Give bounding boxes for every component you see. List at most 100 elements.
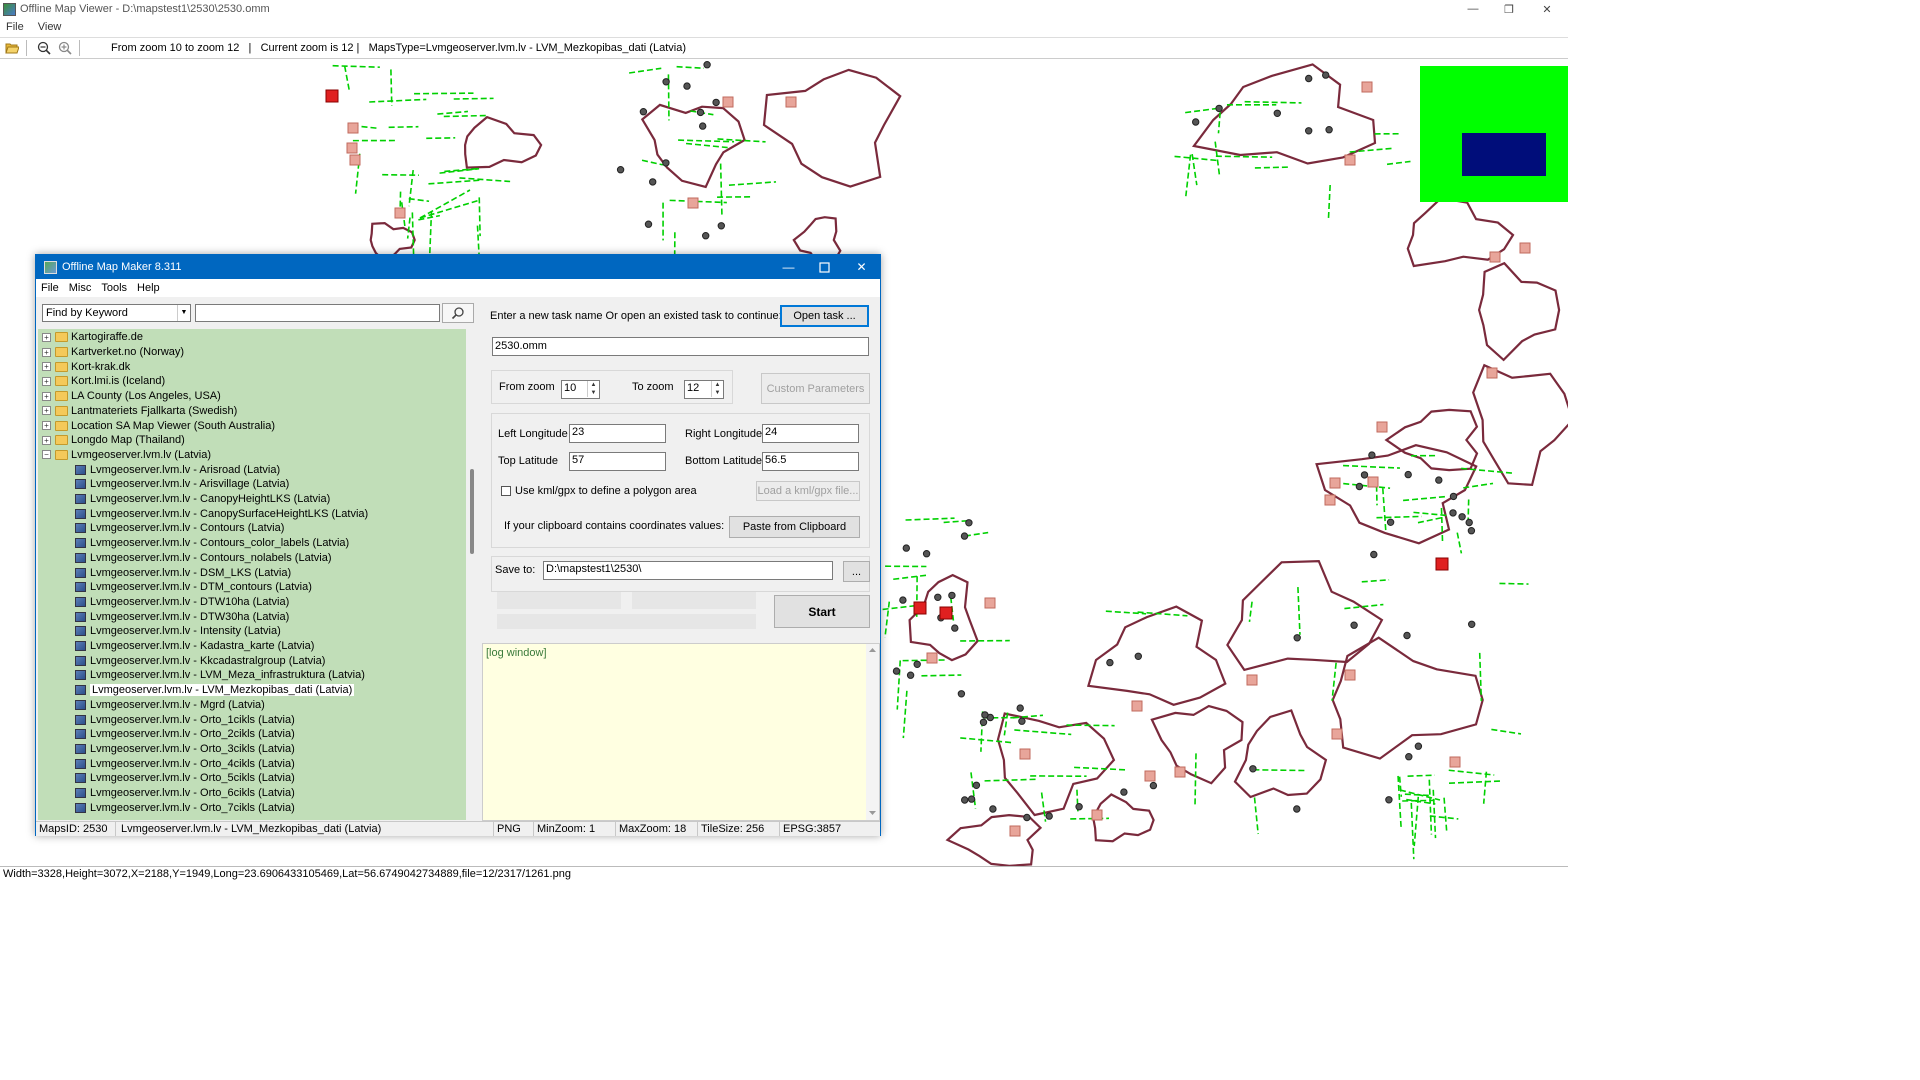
map-layer-icon bbox=[75, 552, 86, 563]
tree-map-item[interactable]: Lvmgeoserver.lvm.lv - DTW30ha (Latvia) bbox=[38, 609, 289, 624]
minimize-button[interactable]: — bbox=[1455, 0, 1491, 18]
right-longitude-input[interactable]: 24 bbox=[762, 424, 859, 443]
map-source-tree[interactable]: + Kartogiraffe.de + Kartverket.no (Norway) +… bbox=[38, 329, 466, 820]
tree-map-item[interactable]: Lvmgeoserver.lvm.lv - CanopySurfaceHeigh… bbox=[38, 506, 368, 521]
dialog-menu-tools[interactable]: Tools bbox=[101, 282, 127, 294]
tree-item-label: Kartverket.no (Norway) bbox=[71, 346, 185, 359]
tree-map-item[interactable]: Lvmgeoserver.lvm.lv - Orto_7cikls (Latvi… bbox=[38, 800, 295, 815]
log-window[interactable]: [log window] bbox=[482, 643, 880, 821]
status-format: PNG bbox=[494, 822, 534, 836]
dialog-maximize-button[interactable] bbox=[806, 255, 843, 279]
expand-icon[interactable]: + bbox=[42, 421, 51, 431]
dialog-menu-file[interactable]: File bbox=[41, 282, 59, 294]
dialog-titlebar: Offline Map Maker 8.311 — ✕ bbox=[36, 255, 880, 279]
search-button[interactable] bbox=[442, 303, 474, 323]
tree-item-label: Lvmgeoserver.lvm.lv - LVM_Meza_infrastru… bbox=[90, 669, 365, 682]
dialog-menu-help[interactable]: Help bbox=[137, 282, 160, 294]
save-path-input[interactable]: D:\mapstest1\2530\ bbox=[543, 561, 833, 580]
expand-icon[interactable]: + bbox=[42, 391, 51, 401]
from-zoom-stepper[interactable]: 10 ▲ ▼ bbox=[561, 380, 600, 399]
map-layer-icon bbox=[75, 626, 86, 637]
collapse-icon[interactable]: − bbox=[42, 450, 51, 460]
tree-folder-item[interactable]: + Kort-krak.dk bbox=[38, 359, 130, 374]
tree-map-item[interactable]: Lvmgeoserver.lvm.lv - Orto_6cikls (Latvi… bbox=[38, 786, 295, 801]
map-layer-icon bbox=[75, 655, 86, 666]
search-mode-value: Find by Keyword bbox=[46, 307, 128, 319]
expand-icon[interactable]: + bbox=[42, 376, 51, 386]
top-latitude-input[interactable]: 57 bbox=[569, 452, 666, 471]
left-longitude-input[interactable]: 23 bbox=[569, 424, 666, 443]
kml-checkbox[interactable] bbox=[501, 486, 511, 496]
dialog-menu-misc[interactable]: Misc bbox=[69, 282, 92, 294]
expand-icon[interactable]: + bbox=[42, 332, 51, 342]
task-name-input[interactable]: 2530.omm bbox=[492, 337, 869, 356]
tree-map-item[interactable]: Lvmgeoserver.lvm.lv - Contours (Latvia) bbox=[38, 521, 284, 536]
tree-scrollbar-thumb[interactable] bbox=[470, 469, 474, 554]
chevron-down-icon[interactable]: ▼ bbox=[177, 305, 190, 321]
tree-map-item[interactable]: Lvmgeoserver.lvm.lv - DTM_contours (Latv… bbox=[38, 580, 312, 595]
open-folder-icon[interactable] bbox=[3, 39, 21, 57]
tree-map-item[interactable]: Lvmgeoserver.lvm.lv - LVM_Mezkopibas_dat… bbox=[38, 683, 355, 698]
tree-folder-item[interactable]: + Location SA Map Viewer (South Australia… bbox=[38, 418, 275, 433]
tree-map-item[interactable]: Lvmgeoserver.lvm.lv - LVM_Meza_infrastru… bbox=[38, 668, 365, 683]
viewer-menubar: File View bbox=[0, 19, 1568, 35]
status-maps-id: MapsID: 2530 bbox=[36, 822, 116, 836]
tree-map-item[interactable]: Lvmgeoserver.lvm.lv - DSM_LKS (Latvia) bbox=[38, 565, 291, 580]
tree-map-item[interactable]: Lvmgeoserver.lvm.lv - Mgrd (Latvia) bbox=[38, 698, 265, 713]
tree-map-item[interactable]: Lvmgeoserver.lvm.lv - Contours_nolabels … bbox=[38, 551, 332, 566]
tree-folder-item[interactable]: + LA County (Los Angeles, USA) bbox=[38, 389, 221, 404]
tree-folder-item[interactable]: + Kort.lmi.is (Iceland) bbox=[38, 374, 165, 389]
tree-folder-item[interactable]: + Kartogiraffe.de bbox=[38, 330, 143, 345]
dialog-close-button[interactable]: ✕ bbox=[843, 255, 880, 279]
tree-folder-item[interactable]: − Lvmgeoserver.lvm.lv (Latvia) bbox=[38, 448, 211, 463]
tree-map-item[interactable]: Lvmgeoserver.lvm.lv - Kadastra_karte (La… bbox=[38, 639, 314, 654]
tree-map-item[interactable]: Lvmgeoserver.lvm.lv - Orto_1cikls (Latvi… bbox=[38, 712, 295, 727]
tree-map-item[interactable]: Lvmgeoserver.lvm.lv - Orto_3cikls (Latvi… bbox=[38, 742, 295, 757]
tree-map-item[interactable]: Lvmgeoserver.lvm.lv - Contours_color_lab… bbox=[38, 536, 349, 551]
browse-button[interactable]: ... bbox=[843, 561, 870, 582]
tree-map-item[interactable]: Lvmgeoserver.lvm.lv - Intensity (Latvia) bbox=[38, 624, 281, 639]
close-button[interactable]: ✕ bbox=[1529, 0, 1565, 18]
map-layer-icon bbox=[75, 685, 86, 696]
map-layer-icon bbox=[75, 802, 86, 813]
tree-map-item[interactable]: Lvmgeoserver.lvm.lv - Arisvillage (Latvi… bbox=[38, 477, 289, 492]
restore-button[interactable]: ❐ bbox=[1491, 0, 1527, 18]
paste-clipboard-button[interactable]: Paste from Clipboard bbox=[729, 516, 860, 538]
search-input[interactable] bbox=[195, 304, 440, 322]
tree-folder-item[interactable]: + Lantmateriets Fjallkarta (Swedish) bbox=[38, 404, 237, 419]
dialog-minimize-button[interactable]: — bbox=[770, 255, 807, 279]
folder-icon bbox=[55, 435, 68, 446]
expand-icon[interactable]: + bbox=[42, 362, 51, 372]
tree-map-item[interactable]: Lvmgeoserver.lvm.lv - Orto_4cikls (Latvi… bbox=[38, 756, 295, 771]
tree-map-item[interactable]: Lvmgeoserver.lvm.lv - Orto_2cikls (Latvi… bbox=[38, 727, 295, 742]
search-mode-select[interactable]: Find by Keyword ▼ bbox=[42, 304, 191, 322]
tree-folder-item[interactable]: + Longdo Map (Thailand) bbox=[38, 433, 185, 448]
open-task-button[interactable]: Open task ... bbox=[780, 305, 869, 327]
tree-map-item[interactable]: Lvmgeoserver.lvm.lv - CanopyHeightLKS (L… bbox=[38, 492, 330, 507]
bottom-latitude-input[interactable]: 56.5 bbox=[762, 452, 859, 471]
menu-view[interactable]: View bbox=[38, 21, 62, 33]
expand-icon[interactable]: + bbox=[42, 406, 51, 416]
tree-map-item[interactable]: Lvmgeoserver.lvm.lv - Arisroad (Latvia) bbox=[38, 462, 280, 477]
custom-parameters-button[interactable]: Custom Parameters bbox=[761, 373, 870, 404]
log-scrollbar[interactable] bbox=[866, 644, 879, 820]
menu-file[interactable]: File bbox=[6, 21, 24, 33]
to-zoom-stepper[interactable]: 12 ▲ ▼ bbox=[684, 380, 724, 399]
status-maps-name: Lvmgeoserver.lvm.lv - LVM_Mezkopibas_dat… bbox=[118, 822, 494, 836]
start-button[interactable]: Start bbox=[774, 595, 870, 628]
stepper-arrows-icon[interactable]: ▲ ▼ bbox=[711, 381, 723, 397]
tree-map-item[interactable]: Lvmgeoserver.lvm.lv - Kkcadastralgroup (… bbox=[38, 653, 325, 668]
map-layer-icon bbox=[75, 641, 86, 652]
tree-item-label: Lvmgeoserver.lvm.lv - Orto_2cikls (Latvi… bbox=[90, 728, 295, 741]
expand-icon[interactable]: + bbox=[42, 347, 51, 357]
tree-map-item[interactable]: Lvmgeoserver.lvm.lv - DTW10ha (Latvia) bbox=[38, 595, 289, 610]
load-kml-button[interactable]: Load a kml/gpx file... bbox=[756, 481, 860, 501]
expand-icon[interactable]: + bbox=[42, 435, 51, 445]
tree-folder-item[interactable]: + Kartverket.no (Norway) bbox=[38, 345, 184, 360]
tree-map-item[interactable]: Lvmgeoserver.lvm.lv - Orto_5cikls (Latvi… bbox=[38, 771, 295, 786]
stepper-arrows-icon[interactable]: ▲ ▼ bbox=[587, 381, 599, 397]
zoom-out-icon[interactable] bbox=[35, 39, 53, 57]
zoom-in-icon[interactable] bbox=[56, 39, 74, 57]
tree-item-label: Lvmgeoserver.lvm.lv - Contours_color_lab… bbox=[90, 537, 350, 550]
tree-scrollbar[interactable] bbox=[466, 329, 480, 820]
